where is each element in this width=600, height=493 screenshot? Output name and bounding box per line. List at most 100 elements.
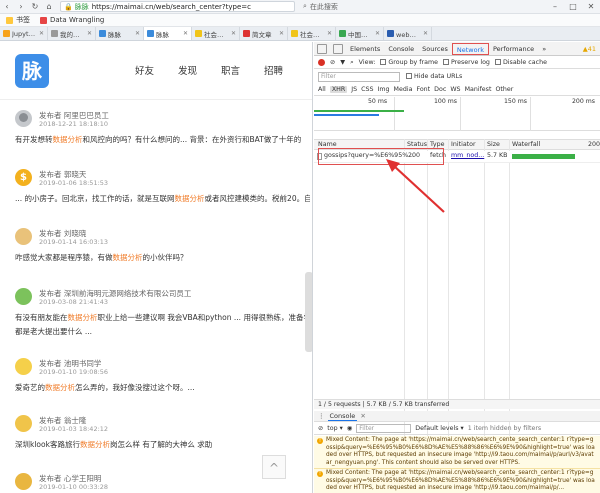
timeline-bar-green [314,110,404,112]
tab-close-icon[interactable]: ✕ [183,30,188,37]
tab-network[interactable]: Network [451,42,489,55]
tab-elements[interactable]: Elements [346,42,384,56]
hide-data-urls-checkbox[interactable]: Hide data URLs [406,73,462,80]
network-filter-input[interactable]: Filter [318,71,400,82]
levels-select[interactable]: Default levels ▾ [415,425,463,432]
col-initiator[interactable]: Initiator [451,141,476,148]
forward-icon[interactable]: › [14,0,28,13]
inspect-icon[interactable] [317,43,327,54]
network-timeline-overview[interactable]: 50 ms 100 ms 150 ms 200 ms [314,97,600,131]
group-by-frame-checkbox[interactable]: Group by frame [380,59,438,66]
device-icon[interactable] [333,43,343,54]
type-all[interactable]: All [318,86,326,93]
console-filter-input[interactable]: Filter [356,424,412,433]
tab-close-icon[interactable]: ✕ [87,30,92,37]
warning-icon: ! [317,438,323,444]
type-other[interactable]: Other [495,86,513,93]
clear-icon[interactable]: ⊘ [330,59,335,66]
view-label: View: [358,59,376,66]
search-icon[interactable]: ⌕ [350,59,354,67]
warning-count[interactable]: ▲41 [583,45,600,53]
back-to-top-button[interactable]: ^ [262,455,286,479]
tab-item[interactable]: 社会化聊你✕ [288,27,336,40]
eye-icon[interactable]: ◉ [347,425,353,432]
drawer-menu-icon[interactable]: ⋮ [318,412,325,420]
type-doc[interactable]: Doc [434,86,446,93]
tab-item[interactable]: 简文章 ✕ [240,27,288,40]
col-waterfall[interactable]: Waterfall [512,141,540,148]
nav-jobs[interactable]: 招聘 [264,63,283,77]
col-type[interactable]: Type [430,141,444,148]
type-ws[interactable]: WS [450,86,460,93]
filter-icon[interactable]: ▼ [340,59,345,66]
col-status[interactable]: Status [407,141,427,148]
console-warning[interactable]: ! Mixed Content: The page at 'https://ma… [314,436,600,469]
tab-close-icon[interactable]: ✕ [135,30,140,37]
window-controls: – □ ✕ [546,0,600,14]
tab-close-icon[interactable]: ✕ [231,30,236,37]
post-text[interactable]: 有没有朋友能在数据分析职业上给一些建议啊 我会VBA和python ... 用得… [15,312,310,323]
tab-item[interactable]: web前端开✕ [384,27,432,40]
bookmark-item[interactable]: 书签 [6,15,30,25]
type-font[interactable]: Font [416,86,430,93]
highlight-keyword: 数据分析 [67,313,98,322]
tab-item-active[interactable]: 脉脉 ✕ [144,27,192,40]
nav-discover[interactable]: 发现 [178,63,197,77]
post-text-continued[interactable]: 都是老大提出要什么 ... [15,326,310,337]
post-text[interactable]: 深圳klook客路旅行数据分析岗怎么样 有了解的大神么 求助 [15,439,310,450]
column-divider [509,139,510,436]
tab-close-icon[interactable]: ✕ [327,30,332,37]
tab-close-icon[interactable]: ✕ [39,30,44,37]
console-warning[interactable]: ! Mixed Content: The page at 'https://ma… [314,469,600,493]
tab-close-icon[interactable]: ✕ [279,30,284,37]
type-img[interactable]: Img [378,86,390,93]
tab-item[interactable]: 我的项目 - Kr✕ [48,27,96,40]
clear-console-icon[interactable]: ⊘ [318,425,323,432]
close-icon[interactable]: ✕ [360,412,365,420]
more-tabs[interactable]: » [538,42,550,56]
tab-item[interactable]: 脉脉 ✕ [96,27,144,40]
context-select[interactable]: top ▾ [327,425,343,432]
page-icon [339,30,346,37]
waterfall-end-label: 200 [588,141,600,148]
request-size: 5.7 KB [487,152,508,159]
request-initiator[interactable]: mm_nod... [451,152,484,159]
post-text[interactable]: ... 的小房子。回北京，找工作的话，就是互联网数据分析或者风控建模类的。税前2… [15,193,310,204]
refresh-icon[interactable]: ↻ [28,0,42,13]
close-icon[interactable]: ✕ [582,0,600,14]
browser-search[interactable]: ⌕ 在此搜索 [303,2,338,12]
tab-close-icon[interactable]: ✕ [375,30,380,37]
tab-performance[interactable]: Performance [489,42,538,56]
preserve-log-checkbox[interactable]: Preserve log [442,59,490,66]
nav-friends[interactable]: 好友 [135,63,154,77]
col-size[interactable]: Size [487,141,500,148]
type-xhr[interactable]: XHR [329,86,348,93]
tab-close-icon[interactable]: ✕ [423,30,428,37]
type-manifest[interactable]: Manifest [465,86,492,93]
post-text[interactable]: 爱奇艺的数据分析怎么弄的，我好像没搜过这个呀。... [15,382,310,393]
tab-console[interactable]: Console [384,42,418,56]
tab-item[interactable]: 社会化聊天✕ [192,27,240,40]
type-media[interactable]: Media [394,86,413,93]
type-css[interactable]: CSS [361,86,373,93]
bookmark-item[interactable]: Data Wrangling [40,16,104,24]
tab-item[interactable]: 中国大学MO✕ [336,27,384,40]
post-text[interactable]: 有开发想转数据分析和风控向的吗？有什么想问的... 背景：在外资行和BAT做了十… [15,134,310,145]
back-icon[interactable]: ‹ [0,0,14,13]
console-drawer-tab[interactable]: Console [327,412,358,421]
record-icon[interactable] [318,59,325,66]
timeline-bar-blue [314,114,379,116]
page-scrollbar[interactable] [305,272,312,352]
tab-sources[interactable]: Sources [418,42,452,56]
type-js[interactable]: JS [351,86,357,93]
tab-item[interactable]: Jupyter Lab✕ [0,27,48,40]
address-bar[interactable]: 🔒 脉脉 https://maimai.cn/web/search_center… [60,1,295,12]
nav-gossip[interactable]: 职言 [221,63,240,77]
maximize-icon[interactable]: □ [564,0,582,14]
home-icon[interactable]: ⌂ [42,0,56,13]
minimize-icon[interactable]: – [546,0,564,14]
disable-cache-checkbox[interactable]: Disable cache [494,59,547,66]
post-text[interactable]: 咋感觉大家都是程序猿，有做数据分析的小伙伴吗？ [15,252,310,263]
col-name[interactable]: Name [318,141,337,148]
url-text[interactable]: https://maimai.cn/web/search_center?type… [92,3,251,11]
